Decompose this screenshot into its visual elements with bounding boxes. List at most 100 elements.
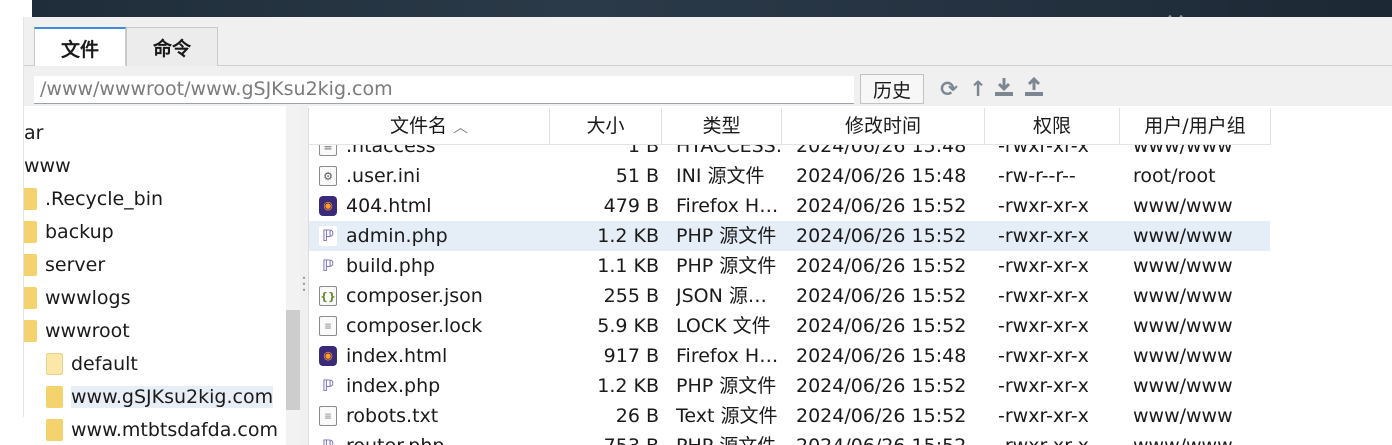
upload-icon[interactable] xyxy=(1022,76,1046,102)
column-name-label: 文件名 xyxy=(389,115,447,137)
php-file-icon: ℙ xyxy=(319,436,337,445)
text-file-icon: ≡ xyxy=(319,316,337,336)
folder-icon xyxy=(24,221,37,243)
table-row[interactable]: {} composer.json 255 B JSON 源… 2024/06/26 15… xyxy=(309,281,1271,311)
file-icon-cell: ℙ xyxy=(319,376,339,396)
tree-item[interactable]: wwwlogs xyxy=(24,283,130,313)
sort-ascending-icon: ︿ xyxy=(453,118,469,136)
table-row[interactable]: ≡ robots.txt 26 B Text 源文件 2024/06/26 15:52 -… xyxy=(309,401,1271,431)
file-table: 文件名 ︿ 大小 类型 修改时间 权限 用户/用户组 ≡ .htaccess 1 B… xyxy=(308,108,1392,445)
table-row[interactable]: ◉ index.html 917 B Firefox H… 2024/06/26 15:… xyxy=(309,341,1271,371)
table-row[interactable]: ℙbuild.php 1.1 KB PHP 源文件 2024/06/26 15:52 -… xyxy=(309,251,1271,281)
tree-item[interactable]: www.mtbtsdafda.com xyxy=(46,415,278,445)
table-row[interactable]: ℙadmin.php 1.2 KB PHP 源文件 2024/06/26 15:52 -… xyxy=(309,221,1271,251)
file-size: 51 B xyxy=(615,165,659,187)
tree-item-selected[interactable]: www.gSJKsu2kig.com xyxy=(46,382,274,412)
column-header-owner[interactable]: 用户/用户组 xyxy=(1120,108,1271,145)
file-icon-cell: ≡ xyxy=(319,406,339,426)
file-mtime: 2024/06/26 15:48 xyxy=(796,345,967,367)
table-row[interactable]: ℙindex.php 1.2 KB PHP 源文件 2024/06/26 15:52 -… xyxy=(309,371,1271,401)
file-name: 404.html xyxy=(346,195,432,217)
file-icon-cell: ≡ xyxy=(319,316,339,336)
file-type: PHP 源文件 xyxy=(676,255,777,277)
file-permissions: -rwxr-xr-x xyxy=(998,431,1118,445)
download-icon[interactable] xyxy=(992,76,1016,102)
history-button[interactable]: 历史 xyxy=(860,74,924,104)
table-row[interactable]: ≡ composer.lock 5.9 KB LOCK 文件 2024/06/26 15… xyxy=(309,311,1271,341)
tree-item-label: server xyxy=(45,254,106,276)
file-type: LOCK 文件 xyxy=(676,315,771,337)
file-size: 479 B xyxy=(603,195,659,217)
column-header-size[interactable]: 大小 xyxy=(550,108,662,145)
file-icon-cell: ℙ xyxy=(319,256,339,276)
folder-icon xyxy=(46,353,63,375)
tree-item-label: backup xyxy=(45,221,114,243)
tab-bar xyxy=(24,17,1392,67)
file-icon-cell: ⚙ xyxy=(319,166,339,186)
file-size: 5.9 KB xyxy=(597,315,659,337)
column-header-type[interactable]: 类型 xyxy=(662,108,782,145)
folder-icon xyxy=(24,287,37,309)
column-header-time[interactable]: 修改时间 xyxy=(782,108,985,145)
file-icon-cell: ◉ xyxy=(319,196,339,216)
splitter-grip-icon[interactable]: • • • xyxy=(301,275,307,296)
tree-item[interactable]: server xyxy=(24,250,105,280)
file-permissions: -rwxr-xr-x xyxy=(998,375,1089,397)
tab-commands-label: 命令 xyxy=(152,37,191,60)
folder-icon xyxy=(46,419,63,441)
file-owner: www/www xyxy=(1133,375,1233,397)
file-permissions: -rwxr-xr-x xyxy=(998,285,1089,307)
gear-file-icon: ⚙ xyxy=(319,166,337,186)
tree-scrollbar-thumb[interactable] xyxy=(286,310,300,410)
folder-icon xyxy=(24,188,37,210)
file-name: robots.txt xyxy=(346,405,439,427)
tab-files[interactable]: 文件 xyxy=(34,27,126,67)
file-type: Text 源文件 xyxy=(676,405,778,427)
firefox-file-icon: ◉ xyxy=(319,196,337,216)
tree-item[interactable]: backup xyxy=(24,217,114,247)
tree-item[interactable]: wwwroot xyxy=(24,316,130,346)
file-name: admin.php xyxy=(346,225,448,247)
tree-item[interactable]: .Recycle_bin xyxy=(24,184,163,214)
file-name: build.php xyxy=(346,255,435,277)
tab-commands[interactable]: 命令 xyxy=(126,27,218,66)
file-size: 917 B xyxy=(603,345,659,367)
tree-item[interactable]: www xyxy=(24,151,71,181)
column-header-perm[interactable]: 权限 xyxy=(985,108,1120,145)
file-mtime: 2024/06/26 15:52 xyxy=(796,285,967,307)
file-owner: www/www xyxy=(1133,315,1233,337)
column-header-name[interactable]: 文件名 ︿ xyxy=(309,108,550,145)
refresh-icon[interactable]: ⟳ xyxy=(937,76,961,102)
tree-item-label: wwwlogs xyxy=(45,287,131,309)
file-type: INI 源文件 xyxy=(676,165,765,187)
path-input[interactable]: /www/wwwroot/www.gSJKsu2kig.com xyxy=(34,76,854,104)
file-mtime: 2024/06/26 15:52 xyxy=(796,315,967,337)
folder-tree: ar www .Recycle_bin backup server wwwlog… xyxy=(24,106,288,445)
folder-icon xyxy=(24,254,37,276)
table-row[interactable]: ◉ 404.html 479 B Firefox H… 2024/06/26 15:52… xyxy=(309,191,1271,221)
file-permissions: -rwxr-xr-x xyxy=(998,315,1089,337)
file-type: Firefox H… xyxy=(676,195,779,217)
file-name: composer.lock xyxy=(346,315,483,337)
file-permissions: -rwxr-xr-x xyxy=(998,345,1089,367)
file-permissions: -rwxr-xr-x xyxy=(998,195,1089,217)
file-icon-cell: ◉ xyxy=(319,346,339,366)
file-name: index.php xyxy=(346,375,441,397)
table-row[interactable]: ⚙ .user.ini 51 B INI 源文件 2024/06/26 15:48 -rw… xyxy=(309,161,1271,191)
file-owner: www/www xyxy=(1133,255,1233,277)
tree-item[interactable]: ar xyxy=(24,118,43,148)
file-owner: www/www xyxy=(1133,345,1233,367)
file-type: PHP 源文件 xyxy=(676,375,777,397)
tree-item[interactable]: default xyxy=(46,349,138,379)
file-size: 753 B xyxy=(549,431,659,445)
tree-item-label: ar xyxy=(24,122,44,144)
table-row[interactable]: ℙrouter.php753 B PHP 源文件 2024/06/26 15:52-… xyxy=(309,431,1271,445)
table-empty-area xyxy=(1270,145,1392,445)
tab-files-label: 文件 xyxy=(60,38,99,61)
json-file-icon: {} xyxy=(319,286,337,306)
file-mtime: 2024/06/26 15:52 xyxy=(796,225,967,247)
tree-item-label: www.mtbtsdafda.com xyxy=(71,419,278,441)
up-icon[interactable]: ↑ xyxy=(966,76,990,102)
file-mtime: 2024/06/26 15:48 xyxy=(796,165,967,187)
file-owner: www/www xyxy=(1133,285,1233,307)
